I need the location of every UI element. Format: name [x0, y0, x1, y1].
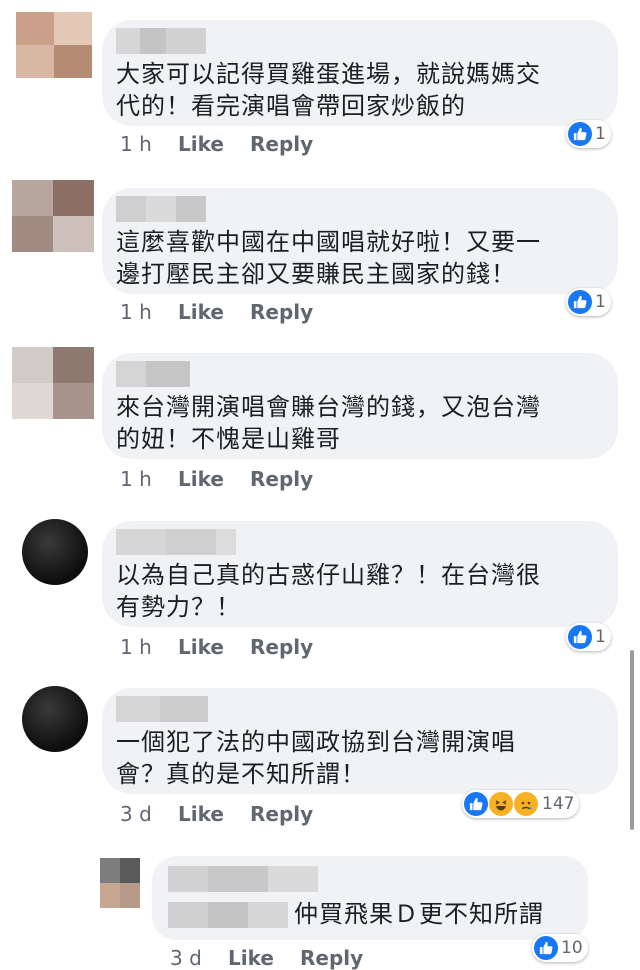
- author-name-blurred[interactable]: [116, 696, 208, 722]
- reply-link[interactable]: Reply: [250, 467, 313, 491]
- reply-link[interactable]: Reply: [250, 635, 313, 659]
- comment-actions: 3 d Like Reply: [170, 946, 363, 970]
- comment-actions: 1 h Like Reply: [120, 635, 313, 659]
- like-link[interactable]: Like: [178, 300, 250, 324]
- avatar[interactable]: [100, 858, 140, 908]
- reply-link[interactable]: Reply: [300, 946, 363, 970]
- avatar[interactable]: [16, 12, 92, 78]
- comment-bubble: 一個犯了法的中國政協到台灣開演唱 會？真的是不知所謂！: [102, 688, 618, 794]
- reaction-count[interactable]: 10: [532, 934, 588, 962]
- timestamp[interactable]: 1 h: [120, 132, 178, 156]
- reply-link[interactable]: Reply: [250, 300, 313, 324]
- reaction-count[interactable]: 1: [566, 120, 611, 148]
- laughing-emoji-icon: [489, 792, 513, 816]
- reaction-count[interactable]: 147: [462, 790, 580, 818]
- comment-text: 仲買飛果Ｄ更不知所謂: [294, 900, 544, 928]
- comment-text-line1: 來台灣開演唱會賺台灣的錢，又泡台灣: [116, 393, 541, 421]
- author-name-blurred[interactable]: [116, 196, 206, 222]
- thumbs-up-icon: [568, 122, 592, 146]
- comment-actions: 3 d Like Reply: [120, 802, 313, 826]
- reaction-number: 1: [595, 124, 606, 144]
- thumbs-up-icon: [568, 290, 592, 314]
- comment-bubble: 仲買飛果Ｄ更不知所謂: [152, 856, 588, 940]
- blurred-mention[interactable]: [168, 902, 288, 928]
- thumbs-up-icon: [464, 792, 488, 816]
- reaction-count[interactable]: 1: [566, 623, 611, 651]
- like-link[interactable]: Like: [178, 802, 250, 826]
- comment-text-line2: 代的！看完演唱會帶回家炒飯的: [116, 92, 466, 120]
- like-link[interactable]: Like: [178, 635, 250, 659]
- avatar[interactable]: [22, 519, 88, 585]
- comment-text-line1: 這麼喜歡中國在中國唱就好啦！又要一: [116, 228, 541, 256]
- comment-text-line1: 一個犯了法的中國政協到台灣開演唱: [116, 728, 516, 756]
- author-name-blurred[interactable]: [116, 361, 190, 387]
- reaction-number: 147: [542, 794, 575, 814]
- comment-text-line2: 會？真的是不知所謂！: [116, 760, 366, 788]
- like-link[interactable]: Like: [178, 467, 250, 491]
- reaction-number: 1: [595, 627, 606, 647]
- avatar[interactable]: [22, 686, 88, 752]
- author-name-blurred[interactable]: [116, 529, 236, 555]
- thumbs-up-icon: [534, 936, 558, 960]
- like-link[interactable]: Like: [228, 946, 300, 970]
- timestamp[interactable]: 3 d: [120, 802, 178, 826]
- comment-bubble: 以為自己真的古惑仔山雞？！在台灣很 有勢力？！: [102, 521, 618, 627]
- reply-link[interactable]: Reply: [250, 132, 313, 156]
- timestamp[interactable]: 1 h: [120, 635, 178, 659]
- thumbs-up-icon: [568, 625, 592, 649]
- comment-text-line1: 大家可以記得買雞蛋進場，就說媽媽交: [116, 60, 541, 88]
- comment-actions: 1 h Like Reply: [120, 300, 313, 324]
- avatar[interactable]: [12, 347, 94, 419]
- author-name-blurred[interactable]: [116, 28, 206, 54]
- comment-text-line1: 以為自己真的古惑仔山雞？！在台灣很: [116, 561, 541, 589]
- scrollbar[interactable]: [630, 650, 634, 830]
- sad-emoji-icon: [514, 792, 538, 816]
- comment-bubble: 來台灣開演唱會賺台灣的錢，又泡台灣 的妞！不愧是山雞哥: [102, 353, 618, 459]
- timestamp[interactable]: 1 h: [120, 467, 178, 491]
- comment-text-line2: 邊打壓民主卻又要賺民主國家的錢！: [116, 260, 516, 288]
- avatar[interactable]: [12, 180, 94, 252]
- timestamp[interactable]: 1 h: [120, 300, 178, 324]
- author-name-blurred[interactable]: [168, 866, 318, 892]
- reaction-number: 10: [561, 938, 583, 958]
- like-link[interactable]: Like: [178, 132, 250, 156]
- reply-link[interactable]: Reply: [250, 802, 313, 826]
- comment-actions: 1 h Like Reply: [120, 467, 313, 491]
- comment-text-line2: 的妞！不愧是山雞哥: [116, 425, 341, 453]
- comment-bubble: 這麼喜歡中國在中國唱就好啦！又要一 邊打壓民主卻又要賺民主國家的錢！: [102, 188, 618, 294]
- comment-text-line2: 有勢力？！: [116, 593, 241, 621]
- timestamp[interactable]: 3 d: [170, 946, 228, 970]
- comment-actions: 1 h Like Reply: [120, 132, 313, 156]
- reaction-number: 1: [595, 292, 606, 312]
- reaction-count[interactable]: 1: [566, 288, 611, 316]
- comment-bubble: 大家可以記得買雞蛋進場，就說媽媽交 代的！看完演唱會帶回家炒飯的: [102, 20, 618, 126]
